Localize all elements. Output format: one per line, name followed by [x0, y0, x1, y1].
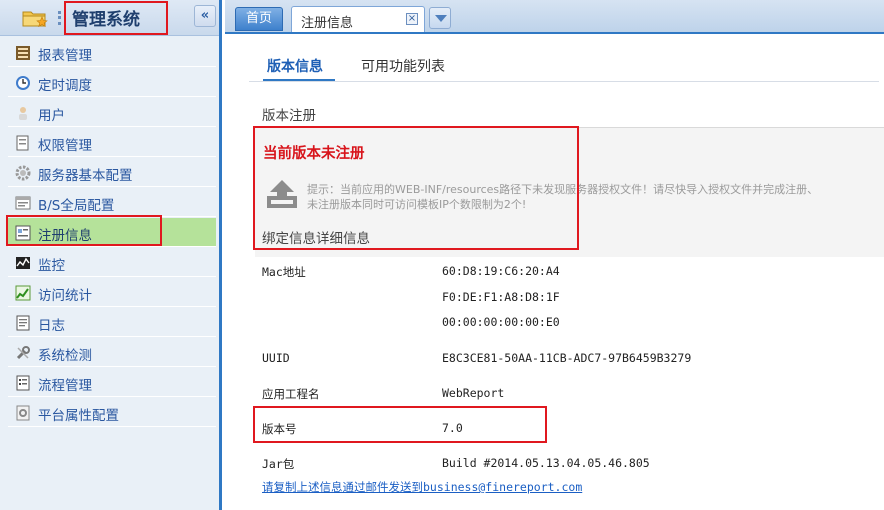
permission-icon	[16, 135, 29, 151]
global-config-icon	[15, 196, 31, 210]
sidebar-item-label: 注册信息	[38, 228, 92, 244]
tab-bar: 首页 注册信息 ×	[225, 0, 884, 34]
info-value: Build #2014.05.13.04.05.46.805	[442, 456, 650, 470]
platform-config-icon	[16, 405, 30, 421]
sidebar-item-label: 权限管理	[38, 138, 92, 154]
tab-home[interactable]: 首页	[235, 7, 283, 31]
monitor-icon	[16, 257, 30, 269]
sidebar-item-label: 流程管理	[38, 378, 92, 394]
grip-handle[interactable]	[58, 11, 61, 25]
registration-status: 当前版本未注册	[263, 146, 365, 162]
tab-label: 注册信息	[301, 16, 354, 31]
sidebar-item-label: 系统检测	[38, 348, 92, 364]
info-value: WebReport	[442, 386, 505, 400]
process-icon	[16, 375, 30, 391]
sidebar-item-users[interactable]: 用户	[8, 98, 216, 127]
subtab-version-info[interactable]: 版本信息	[267, 56, 323, 76]
sidebar-item-platform-config[interactable]: 平台属性配置	[8, 398, 216, 427]
info-value: 60:D8:19:C6:20:A4	[442, 264, 560, 278]
report-icon	[16, 46, 30, 60]
sidebar-item-label: 访问统计	[38, 288, 92, 304]
wrench-icon	[16, 346, 30, 360]
user-icon	[19, 107, 27, 120]
tab-dropdown-button[interactable]	[429, 7, 451, 29]
sidebar-item-label: 用户	[38, 108, 65, 124]
collapse-sidebar-button[interactable]: «	[194, 5, 216, 27]
info-value: 7.0	[442, 421, 463, 435]
info-value: 00:00:00:00:00:E0	[442, 315, 560, 329]
sidebar-item-label: B/S全局配置	[38, 198, 115, 214]
close-icon[interactable]: ×	[406, 13, 418, 25]
sidebar-item-registration[interactable]: 注册信息	[8, 218, 216, 247]
sidebar-item-monitor[interactable]: 监控	[8, 248, 216, 277]
statistics-icon	[15, 285, 31, 301]
sidebar-item-label: 报表管理	[38, 48, 92, 64]
tab-registration[interactable]: 注册信息 ×	[291, 6, 425, 32]
section-title-registration: 版本注册	[262, 108, 316, 124]
upload-icon[interactable]	[265, 178, 299, 210]
annotation-box-version	[253, 406, 547, 443]
email-link[interactable]: 请复制上述信息通过邮件发送到business@finereport.com	[262, 479, 582, 495]
gear-icon	[15, 165, 31, 181]
clock-icon	[16, 76, 30, 90]
info-key: 版本号	[262, 422, 297, 436]
sidebar-item-process-management[interactable]: 流程管理	[8, 368, 216, 397]
info-key: UUID	[262, 351, 290, 365]
sidebar-item-label: 监控	[38, 258, 65, 274]
divider	[249, 81, 879, 82]
sidebar-item-report-management[interactable]: 报表管理	[8, 38, 216, 67]
hint-line: 未注册版本同时可访问模板IP个数限制为2个!	[307, 198, 527, 211]
sidebar-item-scheduling[interactable]: 定时调度	[8, 68, 216, 97]
sidebar-item-log[interactable]: 日志	[8, 308, 216, 337]
sidebar-menu: 报表管理 定时调度 用户 权限管理 服务器基本配置 B/S全局配置 注册信息 监…	[8, 38, 216, 428]
registration-hint: 提示：当前应用的WEB-INF/resources路径下未发现服务器授权文件！请…	[307, 182, 877, 212]
sidebar-item-label: 定时调度	[38, 78, 92, 94]
sidebar-item-permissions[interactable]: 权限管理	[8, 128, 216, 157]
sidebar-header: 管理系统 «	[0, 0, 219, 36]
sidebar-item-label: 平台属性配置	[38, 408, 119, 424]
hint-line: 提示：当前应用的WEB-INF/resources路径下未发现服务器授权文件！请…	[307, 183, 819, 196]
sidebar-item-label: 日志	[38, 318, 65, 334]
section-title-binding: 绑定信息详细信息	[262, 231, 370, 247]
sidebar: 管理系统 « 报表管理 定时调度 用户 权限管理 服务器基本配置 B/S全局配置	[0, 0, 222, 510]
log-icon	[16, 315, 30, 331]
info-value: E8C3CE81-50AA-11CB-ADC7-97B6459B3279	[442, 351, 692, 365]
app-title: 管理系统	[72, 10, 140, 30]
sidebar-item-system-check[interactable]: 系统检测	[8, 338, 216, 367]
main-content: 版本信息 可用功能列表 版本注册 当前版本未注册 提示：当前应用的WEB-INF…	[225, 36, 884, 510]
info-key: 应用工程名	[262, 387, 320, 401]
chevron-down-icon	[435, 15, 447, 22]
info-key: Mac地址	[262, 265, 306, 279]
sidebar-item-server-config[interactable]: 服务器基本配置	[8, 158, 216, 187]
info-key: Jar包	[262, 457, 295, 471]
sidebar-item-label: 服务器基本配置	[38, 168, 133, 184]
registration-icon	[15, 225, 31, 241]
subtab-available-functions[interactable]: 可用功能列表	[361, 56, 445, 76]
folder-star-icon	[22, 11, 48, 27]
info-value: F0:DE:F1:A8:D8:1F	[442, 290, 560, 304]
sidebar-item-bs-global-config[interactable]: B/S全局配置	[8, 188, 216, 217]
sidebar-item-access-statistics[interactable]: 访问统计	[8, 278, 216, 307]
